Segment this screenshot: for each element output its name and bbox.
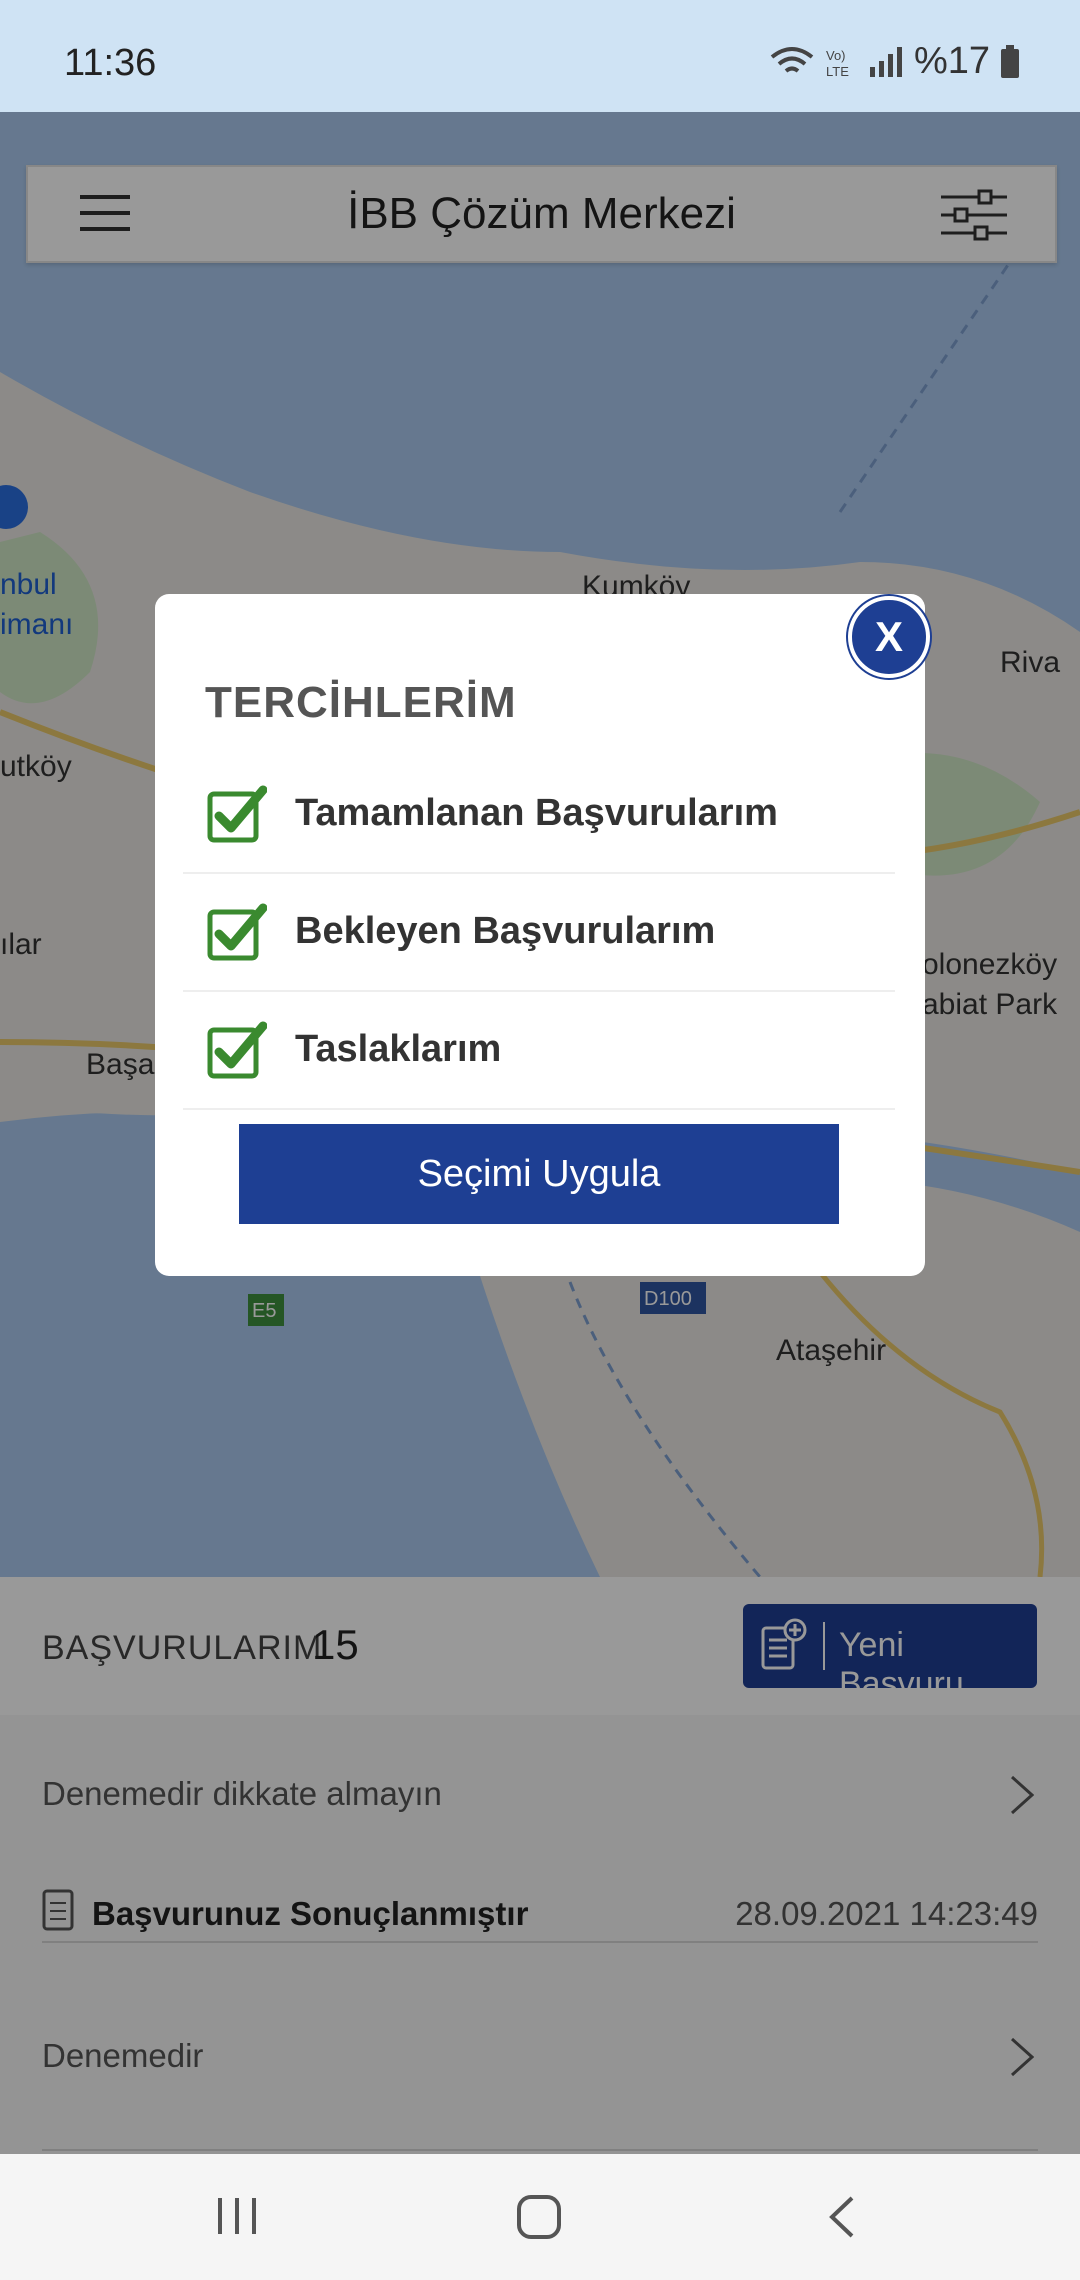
option-label: Bekleyen Başvurularım xyxy=(295,910,716,952)
option-divider xyxy=(183,1108,895,1110)
checkbox-checked-icon[interactable] xyxy=(207,784,267,844)
modal-title: TERCİHLERİM xyxy=(205,678,517,727)
status-bar: 11:36 Vo) LTE %17 xyxy=(0,0,1080,112)
status-time: 11:36 xyxy=(64,42,157,84)
recent-apps-icon[interactable] xyxy=(214,2196,260,2236)
preferences-modal: TERCİHLERİM Tamamlanan Başvurularım Bekl… xyxy=(155,594,925,1276)
option-label: Tamamlanan Başvurularım xyxy=(295,792,778,834)
system-nav-bar xyxy=(0,2154,1080,2280)
close-button[interactable]: X xyxy=(848,596,930,678)
option-divider xyxy=(183,872,895,874)
battery-icon xyxy=(1001,44,1019,78)
signal-icon xyxy=(869,46,902,77)
checkbox-checked-icon[interactable] xyxy=(207,902,267,962)
back-icon[interactable] xyxy=(826,2194,856,2240)
svg-text:LTE: LTE xyxy=(826,64,849,79)
option-label: Taslaklarım xyxy=(295,1028,502,1070)
option-completed[interactable]: Tamamlanan Başvurularım xyxy=(207,774,867,854)
apply-selection-button[interactable]: Seçimi Uygula xyxy=(239,1124,839,1224)
wifi-icon xyxy=(770,46,814,73)
lte-icon: Vo) LTE xyxy=(826,48,849,79)
checkbox-checked-icon[interactable] xyxy=(207,1020,267,1080)
option-divider xyxy=(183,990,895,992)
option-drafts[interactable]: Taslaklarım xyxy=(207,1010,867,1090)
status-icons: Vo) LTE %17 xyxy=(770,40,1020,83)
svg-text:Vo): Vo) xyxy=(826,48,846,63)
home-icon[interactable] xyxy=(516,2194,562,2240)
battery-text: %17 xyxy=(913,40,990,82)
option-pending[interactable]: Bekleyen Başvurularım xyxy=(207,892,867,972)
